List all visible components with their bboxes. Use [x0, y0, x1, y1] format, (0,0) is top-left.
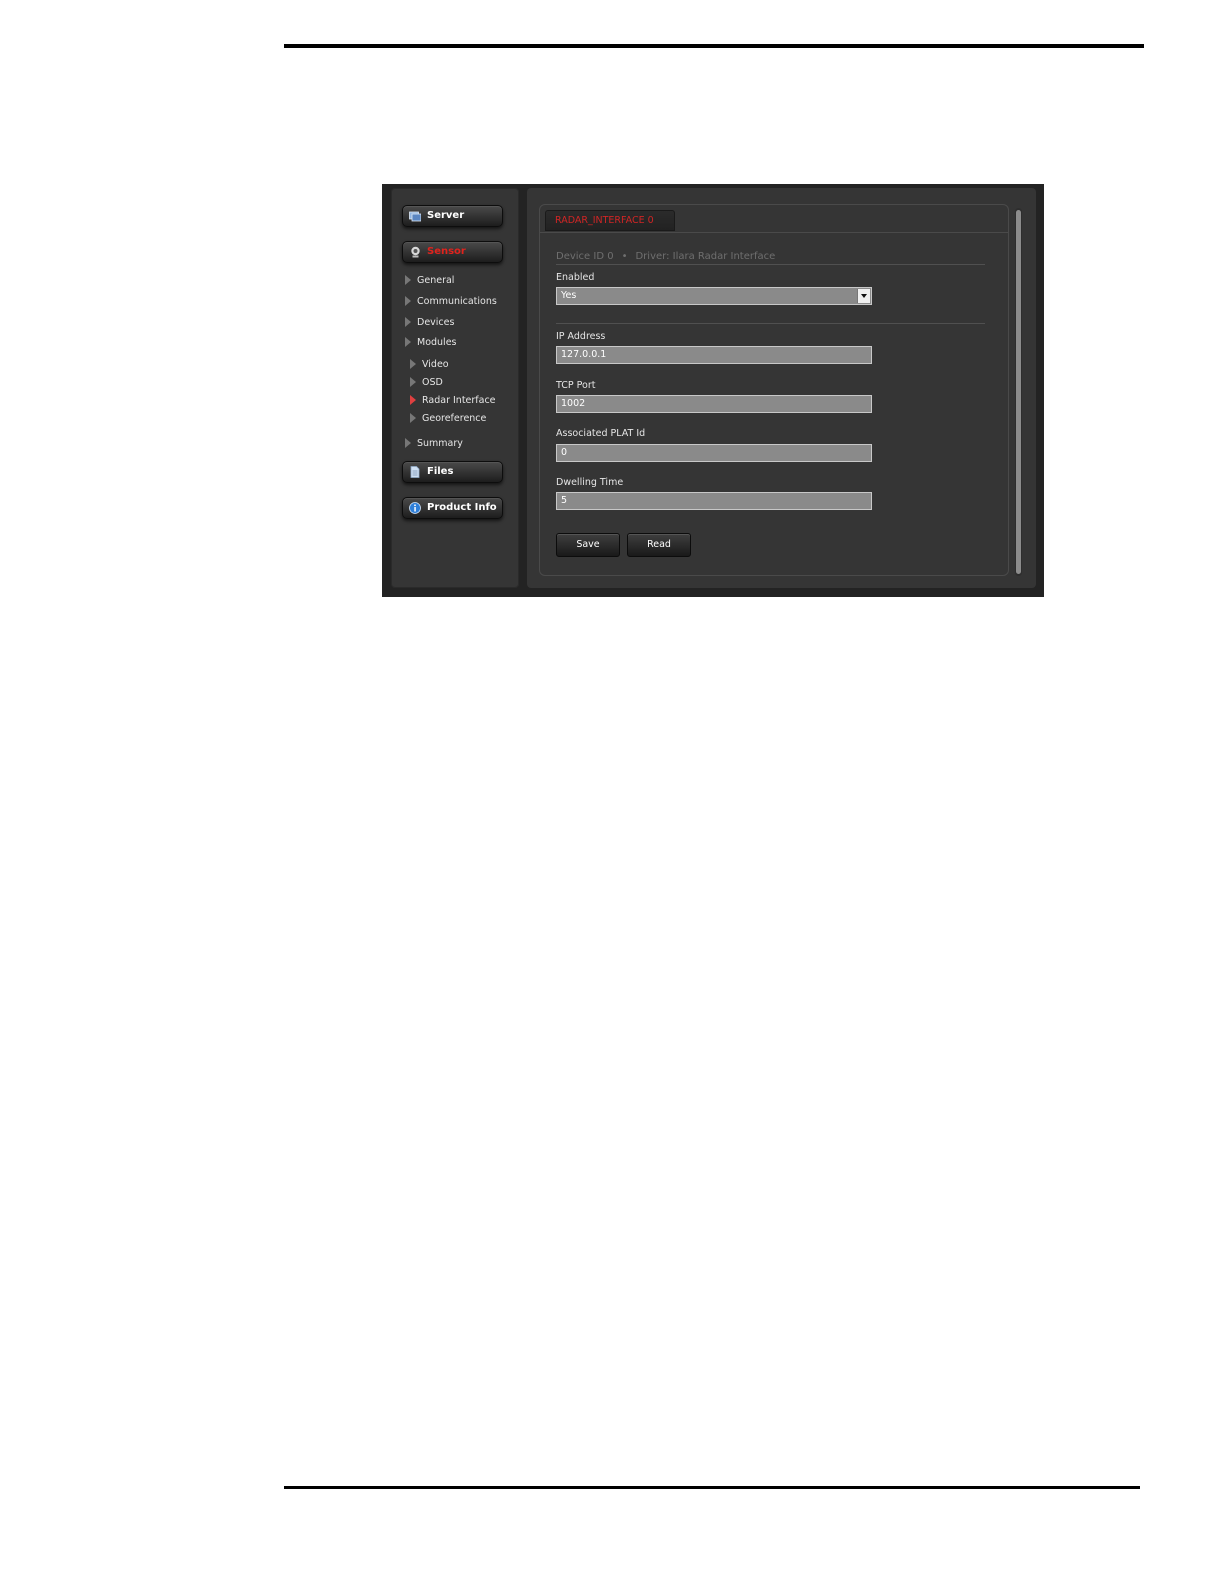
tree-item-video[interactable]: Video: [410, 357, 449, 371]
chevron-down-icon[interactable]: [857, 289, 870, 303]
plat-id-input[interactable]: 0: [556, 444, 872, 462]
triangle-right-icon: [410, 413, 416, 423]
triangle-right-icon: [405, 296, 411, 306]
tree-item-label: Modules: [417, 336, 457, 348]
server-icon: [409, 210, 421, 222]
triangle-right-icon: [405, 317, 411, 327]
tree-item-label: Summary: [417, 437, 463, 449]
dwelling-time-label: Dwelling Time: [556, 477, 624, 488]
product-info-button[interactable]: Product Info: [402, 497, 503, 519]
tree-item-communications[interactable]: Communications: [405, 294, 497, 308]
triangle-right-icon: [410, 395, 416, 405]
save-button[interactable]: Save: [556, 533, 620, 557]
main-content: RADAR_INTERFACE 0 Device ID 0 • Driver: Il…: [527, 188, 1036, 588]
plat-id-label: Associated PLAT Id: [556, 428, 646, 439]
tree-item-label: OSD: [422, 376, 443, 388]
triangle-right-icon: [405, 275, 411, 285]
tree-item-label: Radar Interface: [422, 394, 496, 406]
tcp-port-label: TCP Port: [556, 380, 596, 391]
server-button[interactable]: Server: [402, 205, 503, 227]
tree-item-label: General: [417, 274, 455, 286]
files-button[interactable]: Files: [402, 461, 503, 483]
tree-item-radar-interface[interactable]: Radar Interface: [410, 393, 496, 407]
footer-rule: [284, 1486, 1140, 1489]
tree-item-label: Devices: [417, 316, 455, 328]
enabled-label: Enabled: [556, 272, 595, 283]
scrollbar-thumb[interactable]: [1016, 210, 1021, 574]
tcp-port-input[interactable]: 1002: [556, 395, 872, 413]
device-meta: Device ID 0 • Driver: Ilara Radar Interfac…: [556, 251, 775, 262]
triangle-right-icon: [410, 359, 416, 369]
divider: [556, 323, 985, 324]
enabled-select[interactable]: Yes: [556, 287, 872, 305]
device-id: Device ID 0: [556, 251, 614, 262]
product-info-button-label: Product Info: [427, 502, 497, 513]
info-icon: [409, 502, 421, 514]
document-icon: [409, 466, 421, 478]
sidebar: Server Sensor General Communications Dev…: [391, 188, 519, 588]
tree-item-label: Georeference: [422, 412, 487, 424]
triangle-right-icon: [405, 438, 411, 448]
divider: [556, 264, 985, 265]
tree-item-label: Video: [422, 358, 449, 370]
tree-item-georeference[interactable]: Georeference: [410, 411, 486, 425]
tree-item-label: Communications: [417, 295, 497, 307]
ip-address-label: IP Address: [556, 331, 606, 342]
tree-item-osd[interactable]: OSD: [410, 375, 443, 389]
server-button-label: Server: [427, 210, 465, 221]
tree-item-general[interactable]: General: [405, 273, 454, 287]
triangle-right-icon: [410, 377, 416, 387]
dwelling-time-input[interactable]: 5: [556, 492, 872, 510]
header-rule: [284, 44, 1144, 48]
scrollbar[interactable]: [1015, 208, 1022, 576]
read-button[interactable]: Read: [627, 533, 691, 557]
settings-panel: RADAR_INTERFACE 0 Device ID 0 • Driver: Il…: [539, 204, 1009, 576]
tree-item-modules[interactable]: Modules: [405, 335, 457, 349]
sensor-button[interactable]: Sensor: [402, 241, 503, 263]
tree-item-devices[interactable]: Devices: [405, 315, 454, 329]
tab-bar: RADAR_INTERFACE 0: [540, 205, 1008, 233]
tab-radar-interface[interactable]: RADAR_INTERFACE 0: [545, 210, 675, 231]
meta-separator: •: [621, 251, 628, 262]
files-button-label: Files: [427, 466, 454, 477]
driver-name: Driver: Ilara Radar Interface: [635, 251, 776, 262]
ip-address-input[interactable]: 127.0.0.1: [556, 346, 872, 364]
app-screenshot: Server Sensor General Communications Dev…: [382, 184, 1044, 597]
webcam-icon: [409, 246, 421, 258]
triangle-right-icon: [405, 337, 411, 347]
tree-item-summary[interactable]: Summary: [405, 436, 463, 450]
enabled-value: Yes: [561, 290, 577, 301]
sensor-button-label: Sensor: [427, 246, 466, 257]
